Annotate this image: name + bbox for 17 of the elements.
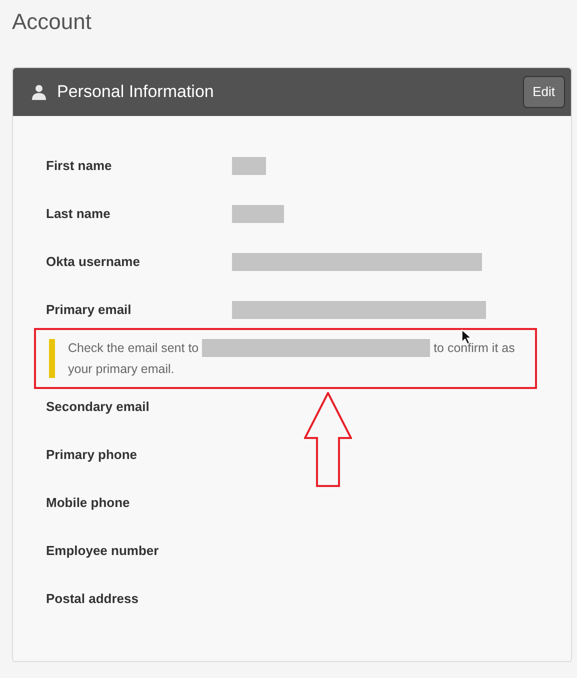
field-label: Mobile phone xyxy=(46,494,131,512)
field-label: Secondary email xyxy=(46,398,150,416)
field-label: Okta username xyxy=(46,253,141,272)
person-icon xyxy=(31,84,47,100)
field-label: Employee number xyxy=(46,542,160,560)
field-label: Primary phone xyxy=(46,446,138,464)
field-label: Primary email xyxy=(46,301,132,320)
field-label: First name xyxy=(46,157,113,176)
edit-button[interactable]: Edit xyxy=(522,76,565,108)
field-label: Last name xyxy=(46,205,112,224)
page-title: Account xyxy=(12,8,92,36)
warning-stripe xyxy=(49,339,55,378)
card-title: Personal Information xyxy=(57,81,214,104)
notice-text: Check the email sent to to confirm it as your primary email. xyxy=(68,338,516,378)
arrow-icon xyxy=(304,392,352,487)
field-label: Postal address xyxy=(46,590,140,608)
cursor-icon xyxy=(461,329,472,345)
